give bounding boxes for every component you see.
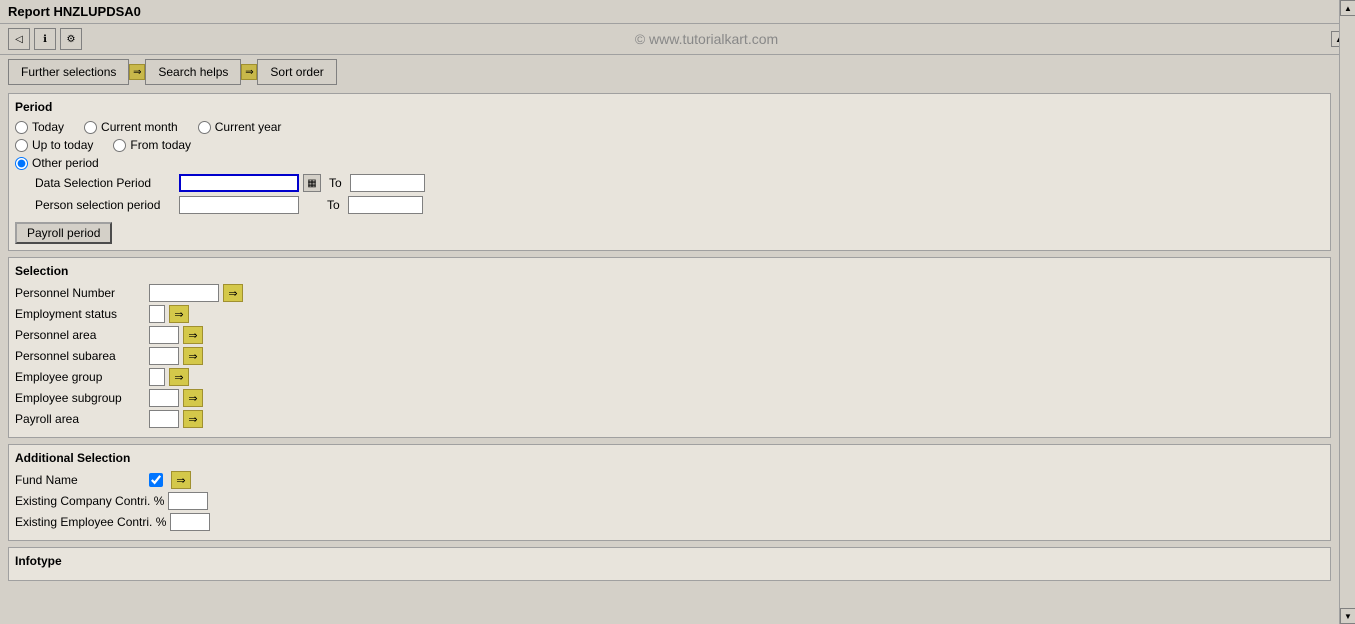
settings-icon[interactable]: ⚙ bbox=[60, 28, 82, 50]
person-selection-from-input[interactable] bbox=[179, 196, 299, 214]
scrollbar-up-btn[interactable]: ▲ bbox=[1340, 0, 1355, 16]
employee-group-row: Employee group ⇒ bbox=[15, 368, 1324, 386]
sort-order-label: Sort order bbox=[270, 65, 323, 79]
data-selection-row: Data Selection Period ▦ To bbox=[15, 174, 1324, 192]
personnel-number-arrow-btn[interactable]: ⇒ bbox=[223, 284, 243, 302]
fund-name-arrow-btn[interactable]: ⇒ bbox=[171, 471, 191, 489]
today-radio-item: Today bbox=[15, 120, 64, 134]
other-period-label: Other period bbox=[32, 156, 99, 170]
person-selection-label: Person selection period bbox=[35, 198, 175, 212]
data-selection-to-input[interactable] bbox=[350, 174, 425, 192]
employment-status-arrow-btn[interactable]: ⇒ bbox=[169, 305, 189, 323]
current-year-radio-item: Current year bbox=[198, 120, 282, 134]
employment-status-label: Employment status bbox=[15, 307, 145, 321]
calendar-icon[interactable]: ▦ bbox=[303, 174, 321, 192]
period-row-3: Other period bbox=[15, 156, 1324, 170]
employment-status-row: Employment status ⇒ bbox=[15, 305, 1324, 323]
search-helps-tab[interactable]: Search helps bbox=[145, 59, 241, 85]
current-month-radio-item: Current month bbox=[84, 120, 178, 134]
person-selection-to-input[interactable] bbox=[348, 196, 423, 214]
current-month-radio[interactable] bbox=[84, 121, 97, 134]
employee-subgroup-input[interactable] bbox=[149, 389, 179, 407]
existing-company-input[interactable] bbox=[168, 492, 208, 510]
other-period-radio-item: Other period bbox=[15, 156, 99, 170]
fund-name-label: Fund Name bbox=[15, 473, 145, 487]
employee-group-label: Employee group bbox=[15, 370, 145, 384]
from-today-radio[interactable] bbox=[113, 139, 126, 152]
today-label: Today bbox=[32, 120, 64, 134]
from-today-radio-item: From today bbox=[113, 138, 191, 152]
personnel-area-arrow-btn[interactable]: ⇒ bbox=[183, 326, 203, 344]
employee-group-arrow-btn[interactable]: ⇒ bbox=[169, 368, 189, 386]
title-text: Report HNZLUPDSA0 bbox=[8, 4, 141, 19]
from-today-label: From today bbox=[130, 138, 191, 152]
employee-subgroup-label: Employee subgroup bbox=[15, 391, 145, 405]
up-to-today-label: Up to today bbox=[32, 138, 93, 152]
personnel-subarea-row: Personnel subarea ⇒ bbox=[15, 347, 1324, 365]
period-title: Period bbox=[15, 100, 1324, 114]
existing-employee-input[interactable] bbox=[170, 513, 210, 531]
selection-section: Selection Personnel Number ⇒ Employment … bbox=[8, 257, 1331, 438]
personnel-number-row: Personnel Number ⇒ bbox=[15, 284, 1324, 302]
to-label-2: To bbox=[327, 198, 340, 212]
payroll-area-row: Payroll area ⇒ bbox=[15, 410, 1324, 428]
personnel-area-row: Personnel area ⇒ bbox=[15, 326, 1324, 344]
personnel-area-label: Personnel area bbox=[15, 328, 145, 342]
existing-employee-label: Existing Employee Contri. % bbox=[15, 515, 166, 529]
payroll-area-input[interactable] bbox=[149, 410, 179, 428]
search-helps-arrow-icon: ⇒ bbox=[129, 64, 145, 80]
data-selection-from-input[interactable] bbox=[179, 174, 299, 192]
to-label-1: To bbox=[329, 176, 342, 190]
fund-name-checkbox[interactable] bbox=[149, 473, 163, 487]
toolbar: ◁ ℹ ⚙ © www.tutorialkart.com ▲ bbox=[0, 24, 1355, 55]
selection-title: Selection bbox=[15, 264, 1324, 278]
infotype-title: Infotype bbox=[15, 554, 1324, 568]
other-period-radio[interactable] bbox=[15, 157, 28, 170]
payroll-area-arrow-btn[interactable]: ⇒ bbox=[183, 410, 203, 428]
employee-group-input[interactable] bbox=[149, 368, 165, 386]
up-to-today-radio-item: Up to today bbox=[15, 138, 93, 152]
personnel-subarea-arrow-btn[interactable]: ⇒ bbox=[183, 347, 203, 365]
fund-name-row: Fund Name ⇒ bbox=[15, 471, 1324, 489]
search-helps-label: Search helps bbox=[158, 65, 228, 79]
sort-order-arrow-icon: ⇒ bbox=[241, 64, 257, 80]
personnel-subarea-input[interactable] bbox=[149, 347, 179, 365]
up-to-today-radio[interactable] bbox=[15, 139, 28, 152]
existing-company-row: Existing Company Contri. % bbox=[15, 492, 1324, 510]
employee-subgroup-row: Employee subgroup ⇒ bbox=[15, 389, 1324, 407]
further-selections-label: Further selections bbox=[21, 65, 116, 79]
today-radio[interactable] bbox=[15, 121, 28, 134]
further-selections-tab[interactable]: Further selections bbox=[8, 59, 129, 85]
period-row-1: Today Current month Current year bbox=[15, 120, 1324, 134]
personnel-area-input[interactable] bbox=[149, 326, 179, 344]
personnel-number-label: Personnel Number bbox=[15, 286, 145, 300]
additional-selection-title: Additional Selection bbox=[15, 451, 1324, 465]
current-year-label: Current year bbox=[215, 120, 282, 134]
infotype-section: Infotype bbox=[8, 547, 1331, 581]
employment-status-input[interactable] bbox=[149, 305, 165, 323]
employee-subgroup-arrow-btn[interactable]: ⇒ bbox=[183, 389, 203, 407]
title-bar: Report HNZLUPDSA0 bbox=[0, 0, 1355, 24]
period-row-2: Up to today From today bbox=[15, 138, 1324, 152]
existing-employee-row: Existing Employee Contri. % bbox=[15, 513, 1324, 531]
person-selection-row: Person selection period To bbox=[15, 196, 1324, 214]
personnel-subarea-label: Personnel subarea bbox=[15, 349, 145, 363]
payroll-period-button[interactable]: Payroll period bbox=[15, 222, 112, 244]
payroll-area-label: Payroll area bbox=[15, 412, 145, 426]
sort-order-tab[interactable]: Sort order bbox=[257, 59, 336, 85]
tab-row: Further selections ⇒ Search helps ⇒ Sort… bbox=[0, 55, 1355, 89]
payroll-btn-row: Payroll period bbox=[15, 218, 1324, 244]
data-selection-label: Data Selection Period bbox=[35, 176, 175, 190]
personnel-number-input[interactable] bbox=[149, 284, 219, 302]
additional-selection-section: Additional Selection Fund Name ⇒ Existin… bbox=[8, 444, 1331, 541]
watermark: © www.tutorialkart.com bbox=[86, 31, 1327, 47]
scrollbar-down-btn[interactable]: ▼ bbox=[1340, 608, 1355, 624]
back-icon[interactable]: ◁ bbox=[8, 28, 30, 50]
period-section: Period Today Current month Current year … bbox=[8, 93, 1331, 251]
info-icon[interactable]: ℹ bbox=[34, 28, 56, 50]
current-month-label: Current month bbox=[101, 120, 178, 134]
existing-company-label: Existing Company Contri. % bbox=[15, 494, 164, 508]
current-year-radio[interactable] bbox=[198, 121, 211, 134]
